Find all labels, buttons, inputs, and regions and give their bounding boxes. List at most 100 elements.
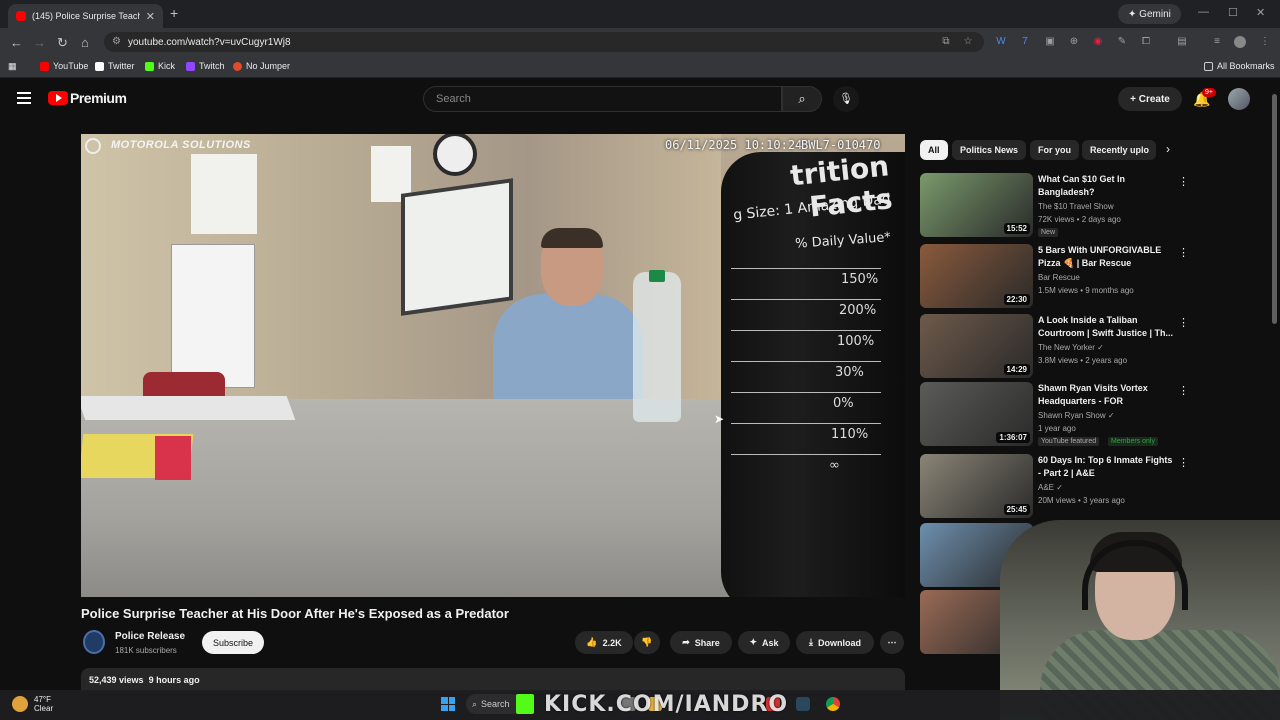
bookmark-twitter[interactable]: Twitter (95, 61, 135, 71)
more-options-icon[interactable]: ⋮ (1178, 175, 1189, 188)
extension-icon[interactable]: W (995, 36, 1007, 48)
recommended-title[interactable]: What Can $10 Get In Bangladesh? (1038, 173, 1176, 199)
home-icon[interactable]: ⌂ (81, 35, 89, 50)
site-info-icon[interactable]: ⚙ (112, 36, 121, 47)
recommended-channel[interactable]: Bar Rescue (1038, 273, 1080, 282)
recommended-title[interactable]: Shawn Ryan Visits Vortex Headquarters - … (1038, 382, 1176, 408)
taskbar-search[interactable]: ⌕ Search (466, 694, 522, 714)
nutrition-percent: 110% (831, 427, 869, 442)
video-thumbnail[interactable]: 25:45 (920, 454, 1033, 518)
like-button[interactable]: 👍 2.2K (575, 631, 633, 654)
chevron-right-icon[interactable]: › (1166, 142, 1170, 156)
video-player[interactable]: trition Facts g Size: 1 Amazing Dad % Da… (81, 134, 905, 597)
bookmark-youtube[interactable]: YouTube (40, 61, 88, 71)
extensions-puzzle-icon[interactable]: ⧠ (1140, 36, 1152, 48)
chip-recently-uploaded[interactable]: Recently uplo (1082, 140, 1156, 160)
more-actions-icon[interactable]: ⋯ (880, 631, 904, 654)
reading-list-icon[interactable]: ≡ (1211, 36, 1223, 48)
apps-grid-icon[interactable]: ▦ (8, 61, 17, 72)
more-options-icon[interactable]: ⋮ (1178, 384, 1189, 397)
extension-icon[interactable]: ▣ (1044, 36, 1056, 48)
video-thumbnail[interactable]: 1:36:07 (920, 382, 1033, 446)
cast-icon[interactable]: ⧉ (940, 36, 952, 48)
ask-button[interactable]: ✦ Ask (738, 631, 790, 654)
recommended-title[interactable]: 5 Bars With UNFORGIVABLE Pizza 🍕 | Bar R… (1038, 244, 1176, 270)
twitch-icon (186, 61, 195, 71)
account-avatar[interactable] (1228, 88, 1250, 110)
duration-badge: 14:29 (1003, 364, 1030, 375)
profile-avatar-icon[interactable] (1234, 36, 1246, 48)
recommended-video[interactable]: 15:52 What Can $10 Get In Bangladesh? The … (920, 173, 1190, 237)
recommended-channel[interactable]: A&E ✓ (1038, 483, 1063, 492)
recommended-video[interactable]: 14:29 A Look Inside a Taliban Courtroom |… (920, 314, 1190, 378)
create-button[interactable]: + Create (1118, 87, 1182, 111)
description-box[interactable]: 52,439 views 9 hours ago (81, 668, 905, 692)
video-thumbnail[interactable]: 22:30 (920, 244, 1033, 308)
extension-icon[interactable]: 7 (1019, 36, 1031, 48)
channel-name[interactable]: Police Release (115, 631, 185, 642)
close-tab-icon[interactable]: ✕ (146, 10, 155, 23)
recommended-channel[interactable]: The New Yorker ✓ (1038, 343, 1104, 352)
windows-start-icon[interactable] (441, 697, 455, 711)
bookmarks-bar: ▦ YouTube Twitter Kick Twitch No Jumper … (0, 56, 1280, 78)
moon-weather-icon[interactable] (12, 696, 28, 712)
members-only-badge: Members only (1108, 437, 1158, 446)
dislike-button[interactable]: 👎 (634, 631, 660, 654)
side-panel-icon[interactable]: ▤ (1176, 36, 1188, 48)
recommended-title[interactable]: 60 Days In: Top 6 Inmate Fights - Part 2… (1038, 454, 1176, 480)
chip-politics-news[interactable]: Politics News (952, 140, 1027, 160)
chip-for-you[interactable]: For you (1030, 140, 1079, 160)
reload-icon[interactable]: ↻ (57, 35, 68, 51)
maximize-icon[interactable]: ☐ (1228, 6, 1238, 19)
weather-widget[interactable]: 47°F Clear (34, 695, 53, 713)
recommended-video[interactable]: 1:36:07 Shawn Ryan Visits Vortex Headquar… (920, 382, 1190, 446)
weather-temp: 47°F (34, 695, 51, 704)
extension-icon[interactable]: ⊕ (1068, 36, 1080, 48)
share-button[interactable]: ➦ Share (670, 631, 732, 654)
video-frame-folder (81, 396, 296, 420)
video-frame-whiteboard (401, 178, 513, 316)
bookmark-no-jumper[interactable]: No Jumper (233, 61, 290, 71)
recommended-channel[interactable]: Shawn Ryan Show ✓ (1038, 411, 1115, 420)
menu-icon[interactable] (17, 92, 31, 104)
video-thumbnail[interactable]: 14:29 (920, 314, 1033, 378)
recommended-title[interactable]: A Look Inside a Taliban Courtroom | Swif… (1038, 314, 1176, 340)
search-icon[interactable]: ⌕ (782, 86, 822, 112)
page-scrollbar[interactable] (1272, 94, 1277, 324)
duration-badge: 15:52 (1003, 223, 1030, 234)
more-options-icon[interactable]: ⋮ (1178, 456, 1189, 469)
chrome-menu-icon[interactable]: ⋮ (1259, 36, 1271, 48)
channel-avatar[interactable] (83, 630, 105, 654)
browser-tab[interactable]: (145) Police Surprise Teacher at ✕ (8, 4, 163, 28)
extension-icon[interactable]: ◉ (1092, 36, 1104, 48)
bookmark-kick[interactable]: Kick (145, 61, 175, 71)
forward-icon[interactable]: → (33, 35, 46, 50)
all-bookmarks-folder[interactable]: All Bookmarks (1204, 61, 1275, 71)
new-tab-icon[interactable]: + (170, 5, 178, 21)
more-options-icon[interactable]: ⋮ (1178, 246, 1189, 259)
chip-all[interactable]: All (920, 140, 948, 160)
video-thumbnail[interactable]: 15:52 (920, 173, 1033, 237)
bookmark-star-icon[interactable]: ☆ (962, 36, 974, 48)
folder-icon (1204, 61, 1213, 71)
recommended-channel[interactable]: The $10 Travel Show (1038, 202, 1114, 211)
address-bar[interactable]: youtube.com/watch?v=uvCugyr1Wj8 (104, 32, 984, 52)
recommended-video[interactable]: 25:45 60 Days In: Top 6 Inmate Fights - P… (920, 454, 1190, 518)
gemini-button[interactable]: ✦ Gemini (1118, 4, 1181, 24)
subscribe-button[interactable]: Subscribe (202, 631, 264, 654)
youtube-premium-brand[interactable]: Premium (70, 90, 127, 106)
youtube-logo-icon[interactable] (48, 91, 68, 105)
bookmark-twitch[interactable]: Twitch (186, 61, 225, 71)
recommended-video[interactable]: 22:30 5 Bars With UNFORGIVABLE Pizza 🍕 | … (920, 244, 1190, 308)
close-window-icon[interactable]: ✕ (1256, 6, 1265, 19)
steam-icon[interactable] (796, 697, 810, 711)
search-input[interactable]: Search (423, 86, 782, 112)
video-frame-person (493, 294, 643, 404)
download-button[interactable]: ⤓ Download (796, 631, 874, 654)
extension-icon[interactable]: ✎ (1116, 36, 1128, 48)
chrome-taskbar-icon[interactable] (826, 697, 840, 711)
back-icon[interactable]: ← (10, 35, 23, 50)
more-options-icon[interactable]: ⋮ (1178, 316, 1189, 329)
microphone-icon[interactable]: 🎙 (833, 86, 859, 112)
minimize-icon[interactable]: — (1198, 6, 1209, 18)
